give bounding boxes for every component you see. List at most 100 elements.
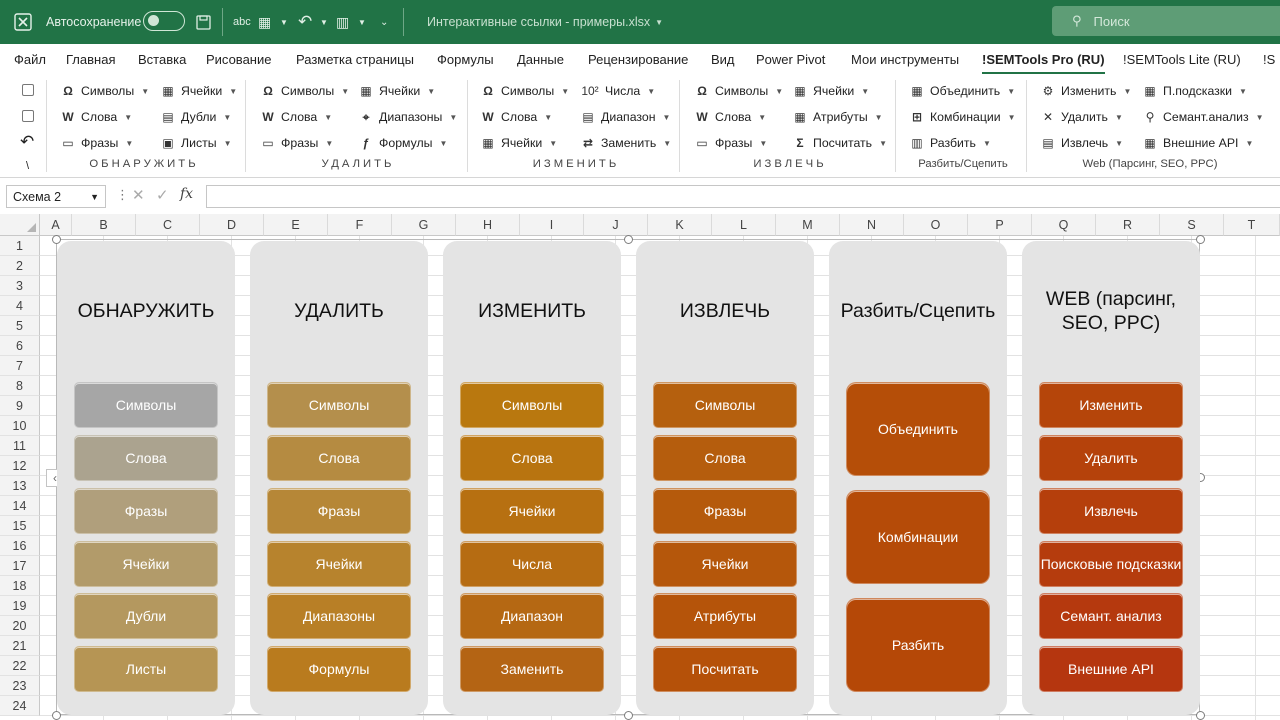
row-header[interactable]: 11 [0,436,40,456]
smartart-button[interactable]: Символы [74,382,218,428]
menu-tab-8[interactable]: Вид [711,52,735,67]
smartart-button[interactable]: Атрибуты [653,593,797,639]
ribbon-1-3-button[interactable]: ▦ Ячейки ▼ [358,81,435,101]
chevron-down-icon[interactable]: ▼ [358,0,366,44]
ribbon-2-1-button[interactable]: W Слова ▼ [480,107,552,127]
checkbox[interactable] [22,110,34,122]
ribbon-3-2-button[interactable]: ▭ Фразы ▼ [694,133,767,153]
smartart-button[interactable]: Формулы [267,646,411,692]
ribbon-0-1-button[interactable]: W Слова ▼ [60,107,132,127]
menu-tab-2[interactable]: Вставка [138,52,186,67]
ribbon-2-2-button[interactable]: ▦ Ячейки ▼ [480,133,557,153]
resize-handle[interactable] [52,235,61,244]
row-header[interactable]: 3 [0,276,40,296]
ribbon-4-0-button[interactable]: ▦ Объединить ▼ [909,81,1015,101]
row-header[interactable]: 19 [0,596,40,616]
ribbon-0-0-button[interactable]: Ω Символы ▼ [60,81,149,101]
column-header[interactable]: B [72,214,136,236]
column-header[interactable]: N [840,214,904,236]
row-header[interactable]: 17 [0,556,40,576]
smartart-column-title[interactable]: УДАЛИТЬ [250,246,428,376]
undo-icon[interactable]: ↶ [20,132,34,152]
column-header[interactable]: J [584,214,648,236]
row-header[interactable]: 23 [0,676,40,696]
menu-tab-6[interactable]: Данные [517,52,564,67]
resize-handle[interactable] [1196,235,1205,244]
undo-icon[interactable]: ↶ [298,0,312,44]
ribbon-3-5-button[interactable]: Σ Посчитать ▼ [792,133,887,153]
column-header[interactable]: P [968,214,1032,236]
ribbon-0-5-button[interactable]: ▣ Листы ▼ [160,133,231,153]
resize-handle[interactable] [1196,711,1205,720]
menu-tab-9[interactable]: Power Pivot [756,52,825,67]
row-header[interactable]: 8 [0,376,40,396]
column-header[interactable]: D [200,214,264,236]
smartart-button[interactable]: Извлечь [1039,488,1183,534]
column-header[interactable]: F [328,214,392,236]
ribbon-3-3-button[interactable]: ▦ Ячейки ▼ [792,81,869,101]
ribbon-0-4-button[interactable]: ▤ Дубли ▼ [160,107,231,127]
autosave-toggle[interactable] [143,11,185,31]
smartart-button[interactable]: Листы [74,646,218,692]
ribbon-5-3-button[interactable]: ▦ П.подсказки ▼ [1142,81,1247,101]
ribbon-4-2-button[interactable]: ▥ Разбить ▼ [909,133,991,153]
smartart-button[interactable]: Ячейки [653,541,797,587]
menu-tab-5[interactable]: Формулы [437,52,494,67]
row-header[interactable]: 22 [0,656,40,676]
menu-tab-0[interactable]: Файл [14,52,46,67]
column-header[interactable]: M [776,214,840,236]
ribbon-0-3-button[interactable]: ▦ Ячейки ▼ [160,81,237,101]
column-header[interactable]: G [392,214,456,236]
row-header[interactable]: 12 [0,456,40,476]
undo-dropdown-icon[interactable]: ▼ [320,0,328,44]
column-header[interactable]: K [648,214,712,236]
column-header[interactable]: I [520,214,584,236]
menu-tab-3[interactable]: Рисование [206,52,271,67]
menu-tab-4[interactable]: Разметка страницы [296,52,414,67]
row-header[interactable]: 14 [0,496,40,516]
ribbon-3-0-button[interactable]: Ω Символы ▼ [694,81,783,101]
smartart-button[interactable]: Заменить [460,646,604,692]
ribbon-1-1-button[interactable]: W Слова ▼ [260,107,332,127]
row-header[interactable]: 5 [0,316,40,336]
column-header[interactable]: L [712,214,776,236]
spellcheck-icon[interactable]: abc [233,0,251,44]
row-header[interactable]: 18 [0,576,40,596]
menu-tab-7[interactable]: Рецензирование [588,52,688,67]
ribbon-5-5-button[interactable]: ▦ Внешние API ▼ [1142,133,1253,153]
chevron-down-icon[interactable]: ▼ [280,0,288,44]
smartart-column-title[interactable]: ИЗВЛЕЧЬ [636,246,814,376]
column-header[interactable]: C [136,214,200,236]
ribbon-5-0-button[interactable]: ⚙ Изменить ▼ [1040,81,1132,101]
smartart-button[interactable]: Слова [460,435,604,481]
row-header[interactable]: 13 [0,476,40,496]
ribbon-0-2-button[interactable]: ▭ Фразы ▼ [60,133,133,153]
smartart-button[interactable]: Посчитать [653,646,797,692]
row-header[interactable]: 20 [0,616,40,636]
row-header[interactable]: 21 [0,636,40,656]
smartart-column-title[interactable]: Разбить/Сцепить [829,246,1007,376]
row-header[interactable]: 16 [0,536,40,556]
column-header[interactable]: Q [1032,214,1096,236]
row-header[interactable]: 9 [0,396,40,416]
smartart-button[interactable]: Изменить [1039,382,1183,428]
smartart-button[interactable]: Внешние API [1039,646,1183,692]
smartart-button[interactable]: Ячейки [460,488,604,534]
smartart-button[interactable]: Поисковые подсказки [1039,541,1183,587]
smartart-button[interactable]: Семант. анализ [1039,593,1183,639]
menu-tab-12[interactable]: !SEMTools Lite (RU) [1123,52,1241,67]
resize-handle[interactable] [624,711,633,720]
file-name[interactable]: Интерактивные ссылки - примеры.xlsx ▼ [427,0,663,44]
checkbox[interactable] [22,84,34,96]
menu-tab-overflow[interactable]: !S [1263,52,1275,67]
ribbon-4-1-button[interactable]: ⊞ Комбинации ▼ [909,107,1016,127]
ribbon-1-4-button[interactable]: ⌖ Диапазоны ▼ [358,107,458,127]
select-all-corner[interactable] [0,214,40,236]
smartart-button[interactable]: Слова [653,435,797,481]
smartart-button[interactable]: Диапазон [460,593,604,639]
smartart-column-title[interactable]: ИЗМЕНИТЬ [443,246,621,376]
save-icon[interactable] [196,0,211,44]
column-header[interactable]: O [904,214,968,236]
resize-handle[interactable] [624,235,633,244]
enter-icon[interactable]: ✓ [156,186,169,204]
